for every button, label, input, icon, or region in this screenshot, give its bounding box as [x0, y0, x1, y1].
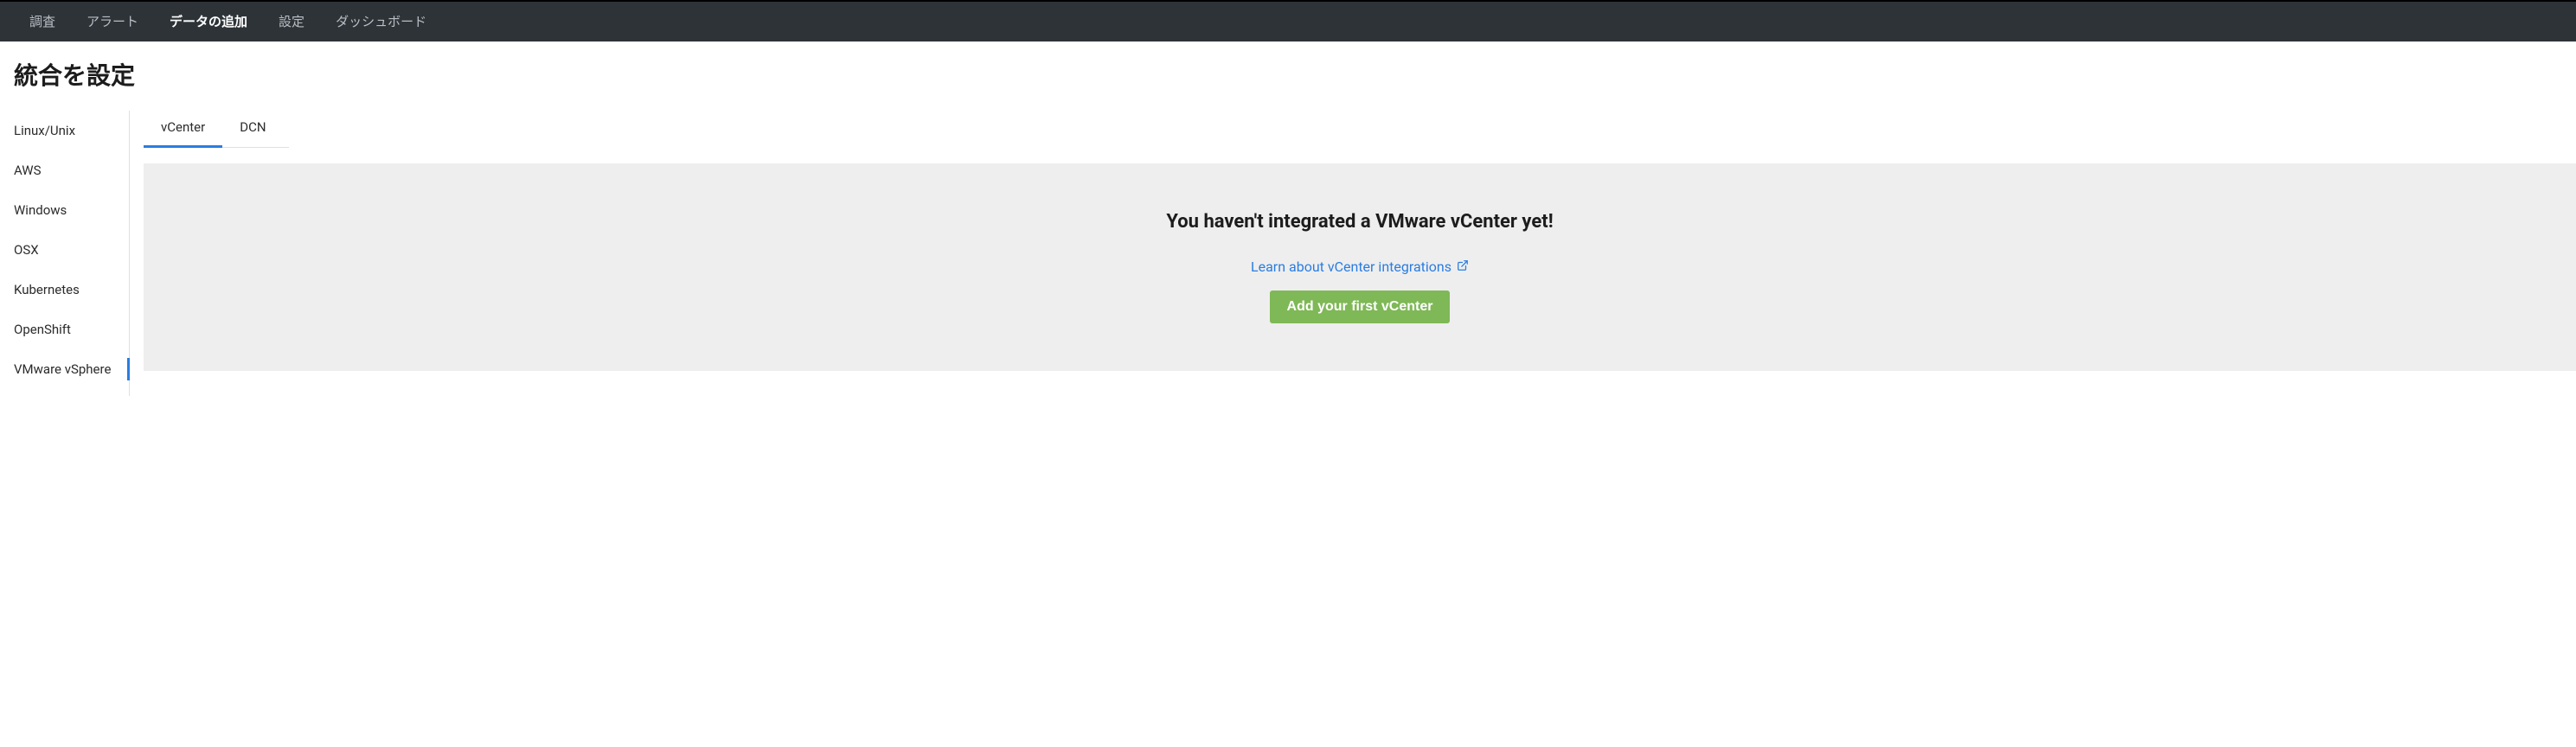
sidebar-item-kubernetes[interactable]: Kubernetes — [0, 270, 129, 310]
nav-item-dashboard[interactable]: ダッシュボード — [320, 2, 442, 42]
nav-item-alert[interactable]: アラート — [71, 2, 154, 42]
sidebar-item-linux[interactable]: Linux/Unix — [0, 111, 129, 150]
nav-item-investigate[interactable]: 調査 — [14, 2, 71, 42]
sidebar: Linux/Unix AWS Windows OSX Kubernetes Op… — [0, 111, 130, 396]
main: vCenter DCN You haven't integrated a VMw… — [130, 111, 2576, 396]
nav-item-settings[interactable]: 設定 — [263, 2, 320, 42]
learn-link-text: Learn about vCenter integrations — [1251, 259, 1451, 275]
empty-state-title: You haven't integrated a VMware vCenter … — [1166, 211, 1553, 233]
sidebar-item-osx[interactable]: OSX — [0, 230, 129, 270]
page-header: 統合を設定 — [0, 42, 2576, 99]
sidebar-item-vmware-vsphere[interactable]: VMware vSphere — [0, 349, 129, 389]
nav-item-add-data[interactable]: データの追加 — [154, 2, 263, 42]
learn-link[interactable]: Learn about vCenter integrations — [1251, 259, 1469, 275]
empty-state-panel: You haven't integrated a VMware vCenter … — [144, 163, 2576, 371]
sidebar-item-aws[interactable]: AWS — [0, 150, 129, 190]
tab-dcn[interactable]: DCN — [222, 111, 283, 148]
tabs: vCenter DCN — [144, 111, 289, 148]
add-vcenter-button[interactable]: Add your first vCenter — [1270, 290, 1451, 323]
tab-vcenter[interactable]: vCenter — [144, 111, 222, 148]
top-nav: 調査 アラート データの追加 設定 ダッシュボード — [0, 0, 2576, 42]
sidebar-item-openshift[interactable]: OpenShift — [0, 310, 129, 349]
page-title: 統合を設定 — [14, 57, 2562, 92]
content: Linux/Unix AWS Windows OSX Kubernetes Op… — [0, 111, 2576, 396]
external-link-icon — [1457, 259, 1469, 275]
sidebar-item-windows[interactable]: Windows — [0, 190, 129, 230]
